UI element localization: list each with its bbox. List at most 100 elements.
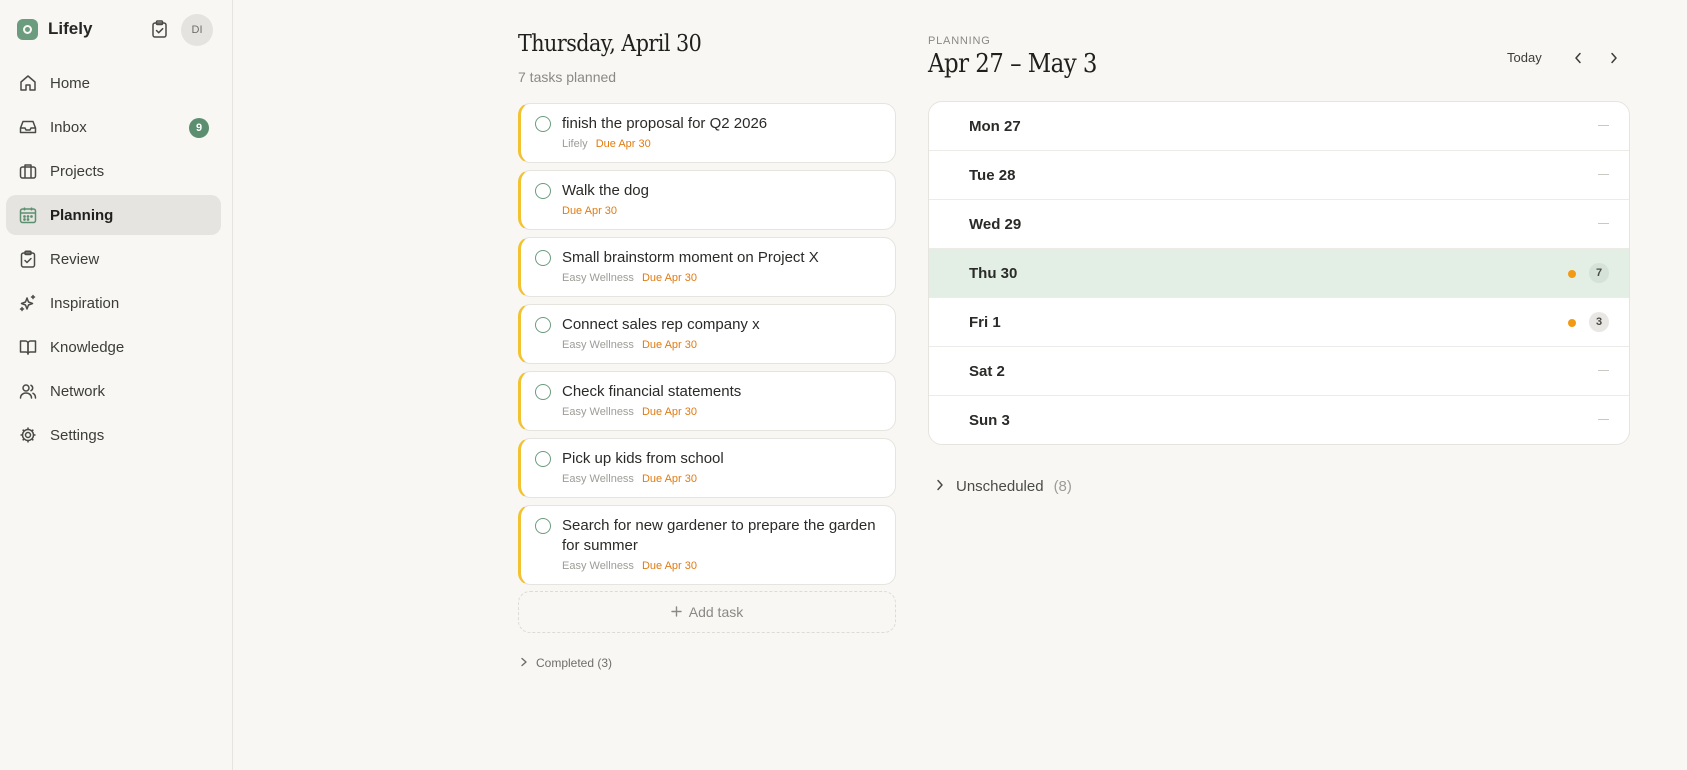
task-project: Easy Wellness	[562, 406, 634, 418]
task-card[interactable]: Search for new gardener to prepare the g…	[518, 505, 896, 585]
day-row[interactable]: Wed 29	[929, 200, 1629, 249]
empty-dash	[1598, 419, 1609, 420]
empty-dash	[1598, 370, 1609, 371]
completed-toggle[interactable]: Completed (3)	[520, 656, 612, 670]
users-icon	[18, 381, 38, 401]
task-card[interactable]: Check financial statements Easy Wellness…	[518, 371, 896, 431]
sidebar-item-label: Home	[50, 74, 91, 92]
gear-icon	[18, 425, 38, 445]
sidebar: Lifely DI Home Inbox 9 Projects Planning…	[0, 0, 233, 770]
task-project: Easy Wellness	[562, 272, 634, 284]
day-label: Mon 27	[969, 117, 1021, 135]
sidebar-nav: Home Inbox 9 Projects Planning Review In…	[6, 63, 221, 459]
task-title: Pick up kids from school	[562, 450, 724, 467]
day-label: Fri 1	[969, 313, 1001, 331]
sidebar-item-review[interactable]: Review	[6, 239, 221, 279]
task-due: Due Apr 30	[641, 560, 697, 572]
task-list: finish the proposal for Q2 2026 Lifely Du…	[518, 103, 896, 592]
sparkles-icon	[18, 293, 38, 313]
clipboard-check-icon	[18, 249, 38, 269]
sidebar-item-settings[interactable]: Settings	[6, 415, 221, 455]
task-due: Due Apr 30	[641, 473, 697, 485]
day-label: Tue 28	[969, 166, 1016, 184]
chevron-right-icon	[520, 656, 528, 670]
sidebar-item-label: Network	[50, 382, 106, 400]
sidebar-item-label: Review	[50, 250, 100, 268]
task-checkbox[interactable]	[535, 384, 551, 400]
day-label: Thu 30	[969, 264, 1018, 282]
sidebar-item-label: Settings	[50, 426, 105, 444]
day-label: Sat 2	[969, 362, 1005, 380]
day-row[interactable]: Mon 27	[929, 102, 1629, 151]
week-day-list: Mon 27 Tue 28 Wed 29 Thu 30 7 Fri 1 3 Sa…	[928, 101, 1630, 445]
task-checkbox[interactable]	[535, 250, 551, 266]
day-row[interactable]: Sun 3	[929, 396, 1629, 444]
task-checkbox[interactable]	[535, 317, 551, 333]
day-row-today[interactable]: Thu 30 7	[929, 249, 1629, 298]
inbox-count-badge: 9	[189, 118, 209, 138]
task-checkbox[interactable]	[535, 116, 551, 132]
briefcase-icon	[18, 161, 38, 181]
task-project: Easy Wellness	[562, 473, 634, 485]
task-title: finish the proposal for Q2 2026	[562, 115, 768, 132]
task-due: Due Apr 30	[562, 205, 618, 217]
sidebar-item-home[interactable]: Home	[6, 63, 221, 103]
unscheduled-count: (8)	[1053, 478, 1072, 495]
unscheduled-toggle[interactable]: Unscheduled (8)	[936, 478, 1072, 495]
task-due: Due Apr 30	[641, 272, 697, 284]
app-name: Lifely	[48, 19, 93, 38]
task-checkbox[interactable]	[535, 518, 551, 534]
task-card[interactable]: finish the proposal for Q2 2026 Lifely Du…	[518, 103, 896, 163]
avatar[interactable]: DI	[181, 14, 213, 46]
plus-icon	[671, 604, 682, 620]
sidebar-item-inbox[interactable]: Inbox 9	[6, 107, 221, 147]
lifely-logo-icon	[17, 18, 38, 40]
sidebar-item-label: Knowledge	[50, 338, 125, 356]
task-count-badge: 7	[1589, 263, 1609, 283]
today-button[interactable]: Today	[1507, 50, 1542, 65]
task-indicator-dot	[1568, 270, 1576, 278]
day-label: Wed 29	[969, 215, 1022, 233]
add-task-label: Add task	[688, 604, 744, 620]
home-icon	[18, 73, 38, 93]
task-project: Easy Wellness	[562, 339, 634, 351]
task-indicator-dot	[1568, 319, 1576, 327]
sidebar-item-network[interactable]: Network	[6, 371, 221, 411]
book-icon	[18, 337, 38, 357]
task-checkbox[interactable]	[535, 451, 551, 467]
task-project: Lifely	[562, 138, 588, 150]
day-row[interactable]: Tue 28	[929, 151, 1629, 200]
task-card[interactable]: Connect sales rep company x Easy Wellnes…	[518, 304, 896, 364]
sidebar-item-label: Planning	[50, 206, 114, 224]
task-due: Due Apr 30	[641, 406, 697, 418]
chevron-right-icon	[936, 478, 944, 495]
brand[interactable]: Lifely	[17, 18, 92, 40]
sidebar-item-planning[interactable]: Planning	[6, 195, 221, 235]
empty-dash	[1598, 174, 1609, 175]
task-card[interactable]: Small brainstorm moment on Project X Eas…	[518, 237, 896, 297]
sidebar-item-label: Inspiration	[50, 294, 120, 312]
day-label: Sun 3	[969, 412, 1010, 429]
add-task-button[interactable]: Add task	[518, 591, 896, 633]
task-title: Small brainstorm moment on Project X	[562, 249, 819, 266]
task-due: Due Apr 30	[595, 138, 651, 150]
task-checkbox[interactable]	[535, 183, 551, 199]
sidebar-item-label: Inbox	[50, 118, 87, 136]
task-card[interactable]: Pick up kids from school Easy Wellness Du…	[518, 438, 896, 498]
tasks-planned-count: 7 tasks planned	[518, 69, 617, 85]
section-label: PLANNING	[928, 35, 991, 47]
sidebar-item-inspiration[interactable]: Inspiration	[6, 283, 221, 323]
task-card[interactable]: Walk the dog Due Apr 30	[518, 170, 896, 230]
chevron-right-icon[interactable]	[1605, 49, 1623, 67]
sidebar-item-projects[interactable]: Projects	[6, 151, 221, 191]
task-due: Due Apr 30	[641, 339, 697, 351]
day-row[interactable]: Sat 2	[929, 347, 1629, 396]
task-title: Check financial statements	[562, 383, 742, 400]
calendar-icon	[18, 205, 38, 225]
sidebar-item-knowledge[interactable]: Knowledge	[6, 327, 221, 367]
chevron-left-icon[interactable]	[1569, 49, 1587, 67]
week-range-title: Apr 27 – May 3	[928, 49, 1097, 79]
day-row[interactable]: Fri 1 3	[929, 298, 1629, 347]
task-title: Walk the dog	[562, 182, 649, 199]
clipboard-check-icon[interactable]	[149, 19, 169, 39]
